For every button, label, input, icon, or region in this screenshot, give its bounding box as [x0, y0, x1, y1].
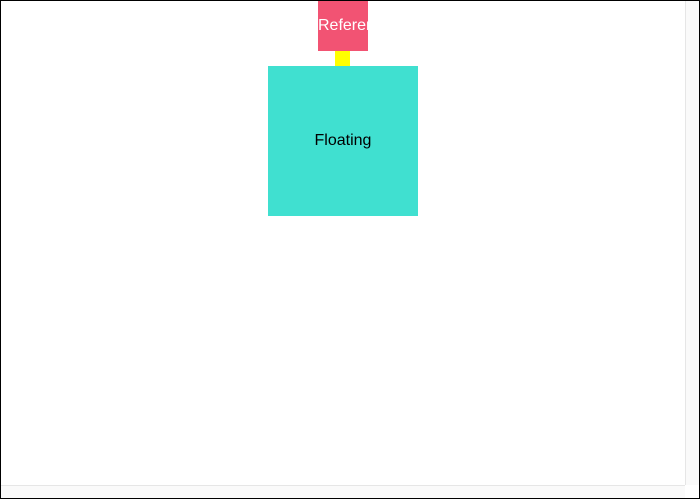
floating-element: Floating	[268, 66, 418, 216]
scroll-viewport: Reference Floating	[0, 0, 700, 499]
floating-label: Floating	[314, 132, 372, 149]
scroll-container[interactable]: Reference Floating	[1, 1, 685, 485]
scrollbar-corner	[686, 486, 699, 498]
reference-label: Reference	[318, 17, 368, 34]
reference-element[interactable]: Reference	[318, 1, 368, 51]
vertical-scrollbar[interactable]	[685, 1, 699, 485]
horizontal-scrollbar[interactable]	[1, 485, 685, 498]
floating-arrow	[335, 51, 350, 66]
